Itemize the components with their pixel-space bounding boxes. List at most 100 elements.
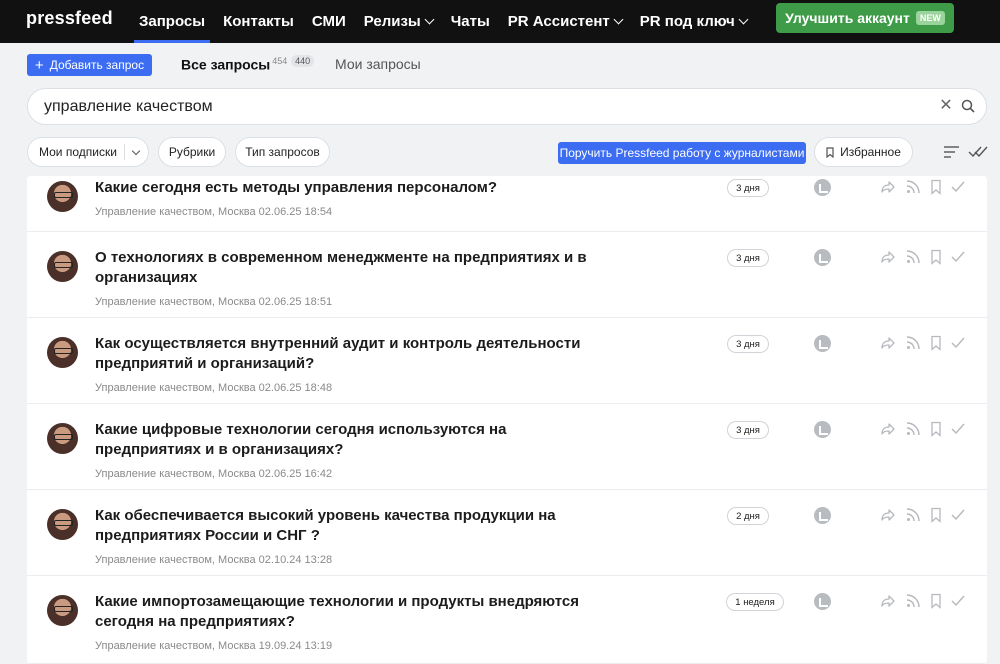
logo[interactable]: pressfeed: [26, 8, 113, 29]
divider: [123, 144, 125, 160]
request-date: 02.10.24 13:28: [258, 554, 333, 566]
tab-all-requests[interactable]: Все запросы 454 440: [181, 55, 315, 73]
avatar[interactable]: [47, 181, 78, 212]
add-request-label: Добавить запрос: [49, 58, 145, 72]
deadline-badge: 3 дня: [727, 179, 769, 197]
rss-icon[interactable]: [905, 249, 921, 265]
bookmark-icon[interactable]: [928, 249, 944, 265]
request-row[interactable]: Какие импортозамещающие технологии и про…: [27, 576, 987, 664]
deadline-badge: 3 дня: [727, 335, 769, 353]
request-category: Управление качеством, Москва: [95, 382, 256, 394]
clear-icon[interactable]: ✕: [938, 98, 954, 114]
nav-item-0[interactable]: Запросы: [130, 0, 214, 43]
stats-icon[interactable]: [814, 507, 831, 524]
request-title-line: предприятиях и в организациях?: [95, 441, 344, 458]
check-icon[interactable]: [950, 507, 966, 523]
tab-all-new-count: 440: [291, 55, 315, 67]
nav-item-1[interactable]: Контакты: [214, 0, 303, 43]
deadline-badge: 3 дня: [727, 421, 769, 439]
check-icon[interactable]: [950, 421, 966, 437]
bookmark-icon[interactable]: [928, 179, 944, 195]
share-icon[interactable]: [880, 593, 896, 609]
request-title[interactable]: Какие цифровые технологии сегодня исполь…: [95, 420, 595, 460]
share-icon[interactable]: [880, 335, 896, 351]
request-date: 02.06.25 18:51: [258, 296, 333, 308]
nav-item-2[interactable]: СМИ: [303, 0, 355, 43]
rubrics-filter[interactable]: Рубрики: [158, 137, 226, 167]
search-input[interactable]: [44, 97, 924, 117]
request-category: Управление качеством, Москва: [95, 296, 256, 308]
stats-icon[interactable]: [814, 335, 831, 352]
request-title[interactable]: Как осуществляется внутренний аудит и ко…: [95, 334, 595, 374]
request-row[interactable]: Как осуществляется внутренний аудит и ко…: [27, 318, 987, 404]
avatar[interactable]: [47, 423, 78, 454]
request-title-line: Какие импортозамещающие технологии и про…: [95, 593, 579, 610]
share-icon[interactable]: [880, 179, 896, 195]
request-row[interactable]: Какие цифровые технологии сегодня исполь…: [27, 404, 987, 490]
stats-icon[interactable]: [814, 421, 831, 438]
share-icon[interactable]: [880, 507, 896, 523]
deadline-badge: 1 неделя: [726, 593, 784, 611]
request-row[interactable]: О технологиях в современном менеджменте …: [27, 232, 987, 318]
request-meta: Управление качеством, Москва 19.09.24 13…: [95, 640, 332, 652]
request-type-filter[interactable]: Тип запросов: [235, 137, 330, 167]
rss-icon[interactable]: [905, 179, 921, 195]
chevron-down-icon: [613, 14, 624, 25]
avatar[interactable]: [47, 595, 78, 626]
delegate-to-pressfeed-button[interactable]: Поручить Pressfeed работу с журналистами: [558, 142, 806, 164]
request-title[interactable]: Какие сегодня есть методы управления пер…: [95, 178, 595, 198]
request-category: Управление качеством, Москва: [95, 554, 256, 566]
search-icon[interactable]: [961, 99, 975, 113]
avatar[interactable]: [47, 251, 78, 282]
bookmark-icon[interactable]: [928, 421, 944, 437]
request-title-line: организациях: [95, 269, 198, 286]
stats-icon[interactable]: [814, 179, 831, 196]
rss-icon[interactable]: [905, 593, 921, 609]
share-icon[interactable]: [880, 249, 896, 265]
sort-icon[interactable]: [944, 146, 959, 158]
bookmark-icon[interactable]: [928, 593, 944, 609]
upgrade-account-button[interactable]: Улучшить аккаунт NEW: [776, 3, 954, 33]
tab-all-label: Все запросы: [181, 56, 271, 73]
favorites-filter[interactable]: Избранное: [814, 137, 913, 167]
stats-icon[interactable]: [814, 249, 831, 266]
request-title-line: предприятий и организаций?: [95, 355, 315, 372]
request-title[interactable]: О технологиях в современном менеджменте …: [95, 248, 595, 288]
request-row[interactable]: Как обеспечивается высокий уровень качес…: [27, 490, 987, 576]
add-request-button[interactable]: + Добавить запрос: [27, 54, 152, 76]
bookmark-icon: [826, 146, 834, 158]
check-icon[interactable]: [950, 179, 966, 195]
stats-icon[interactable]: [814, 593, 831, 610]
nav-item-label: Чаты: [450, 13, 490, 30]
check-icon[interactable]: [950, 249, 966, 265]
rss-icon[interactable]: [905, 335, 921, 351]
nav-item-5[interactable]: PR Ассистент: [499, 0, 631, 43]
nav-item-4[interactable]: Чаты: [442, 0, 499, 43]
my-subscriptions-dropdown[interactable]: Мои подписки: [27, 137, 149, 167]
request-category: Управление качеством, Москва: [95, 206, 256, 218]
share-icon[interactable]: [880, 421, 896, 437]
tab-my-requests[interactable]: Мои запросы: [335, 56, 421, 72]
nav-item-6[interactable]: PR под ключ: [631, 0, 756, 43]
request-title[interactable]: Как обеспечивается высокий уровень качес…: [95, 506, 595, 546]
favorites-label: Избранное: [840, 145, 901, 159]
chevron-down-icon: [424, 14, 435, 25]
main-nav: Запросы Контакты СМИ Релизы Чаты PR Ассистент…: [130, 0, 756, 43]
request-date: 19.09.24 13:19: [258, 640, 333, 652]
bookmark-icon[interactable]: [928, 507, 944, 523]
request-title-line: предприятиях России и СНГ ?: [95, 527, 320, 544]
request-row[interactable]: Какие сегодня есть методы управления пер…: [27, 176, 987, 232]
rss-icon[interactable]: [905, 507, 921, 523]
upgrade-label: Улучшить аккаунт: [785, 10, 910, 26]
check-icon[interactable]: [950, 593, 966, 609]
request-date: 02.06.25 18:48: [258, 382, 333, 394]
avatar[interactable]: [47, 509, 78, 540]
mark-all-read-icon[interactable]: [968, 146, 988, 158]
request-title[interactable]: Какие импортозамещающие технологии и про…: [95, 592, 595, 632]
nav-item-3[interactable]: Релизы: [355, 0, 442, 43]
bookmark-icon[interactable]: [928, 335, 944, 351]
rss-icon[interactable]: [905, 421, 921, 437]
check-icon[interactable]: [950, 335, 966, 351]
request-title-line: Как обеспечивается высокий уровень качес…: [95, 507, 556, 524]
avatar[interactable]: [47, 337, 78, 368]
